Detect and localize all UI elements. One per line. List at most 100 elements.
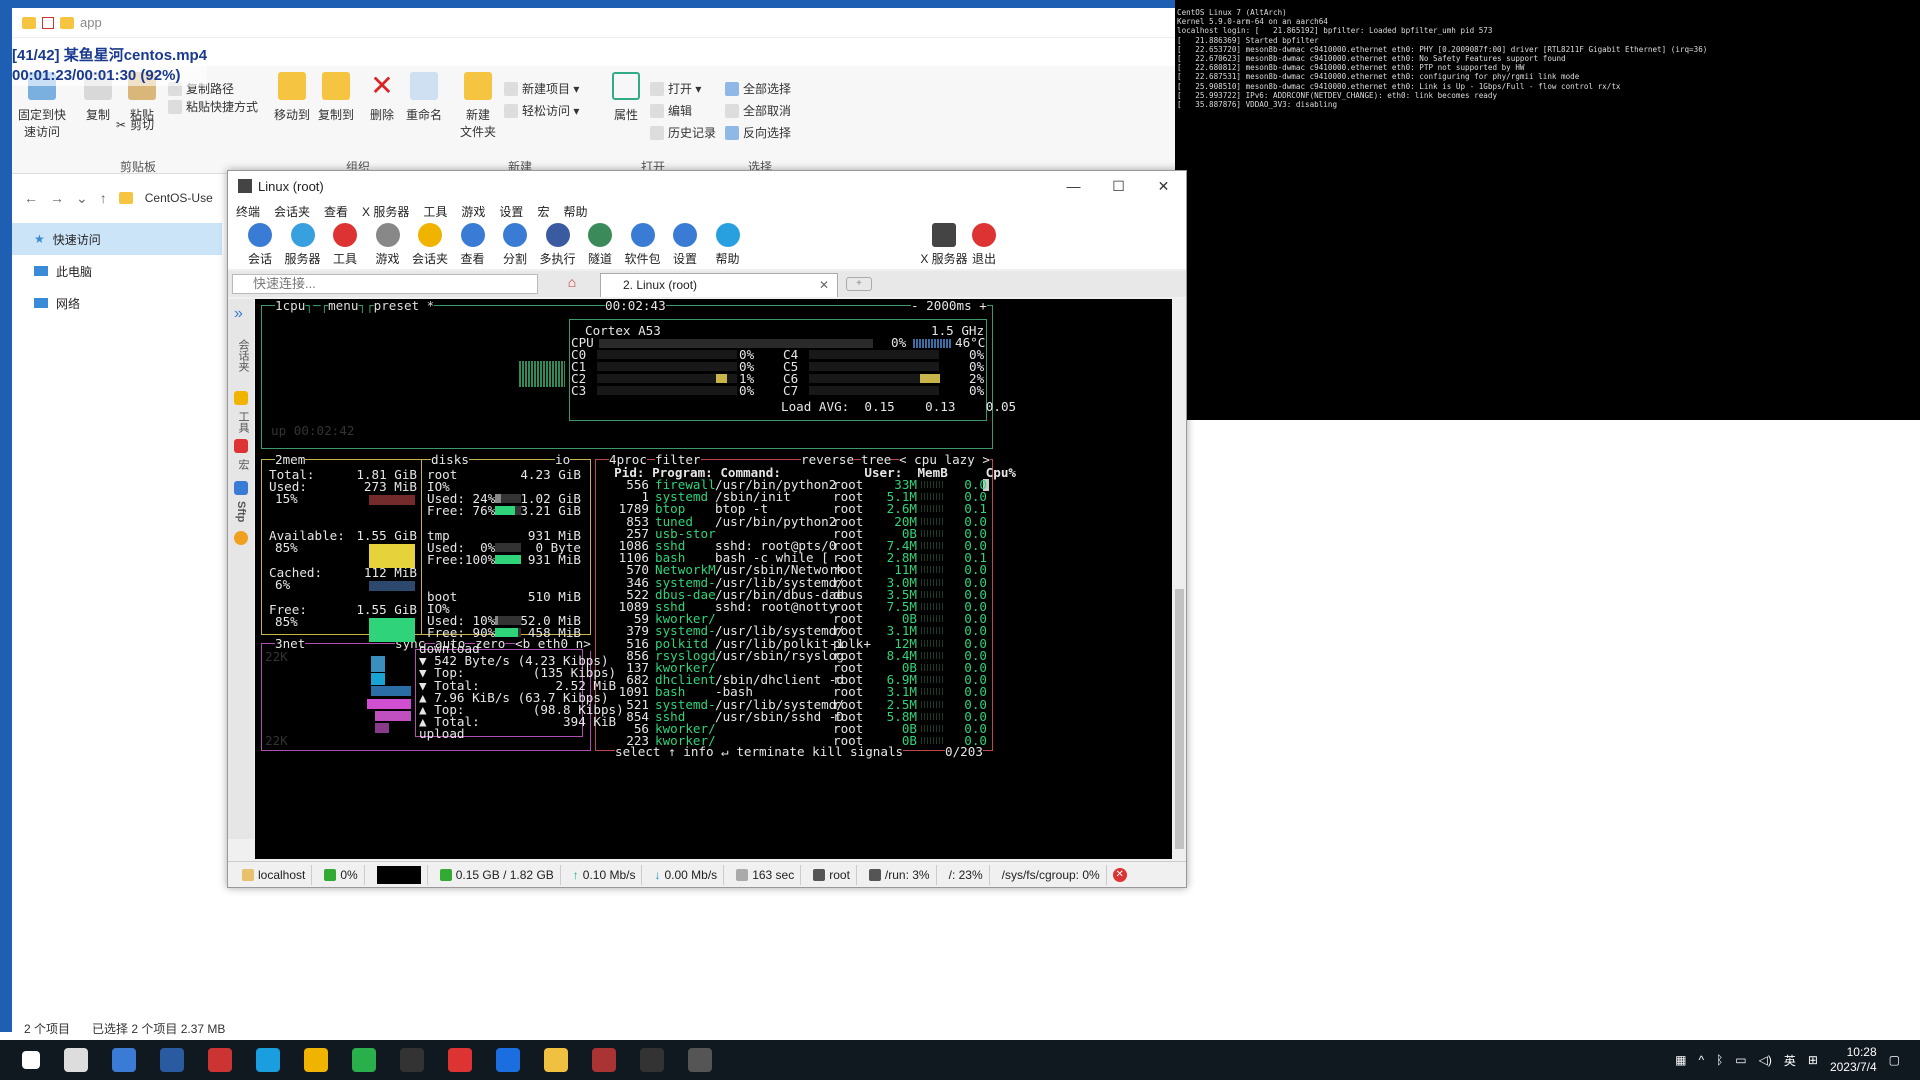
menu-item[interactable]: X 服务器 (362, 203, 409, 220)
new-item-button[interactable]: 新建项目 ▾ (504, 80, 579, 97)
scroll-thumb[interactable] (1175, 589, 1184, 849)
session-tab[interactable]: 2. Linux (root) ✕ (600, 273, 838, 297)
side-tools[interactable]: 工具 (235, 411, 251, 433)
xserver-button[interactable]: X 服务器 (918, 223, 970, 267)
keyboard-icon[interactable]: ▦ (1675, 1053, 1686, 1067)
taskbar-mobaxterm-icon[interactable] (688, 1048, 712, 1072)
taskbar-app3-icon[interactable] (160, 1048, 184, 1072)
taskbar-bing-icon[interactable] (496, 1048, 520, 1072)
close-button[interactable]: ✕ (1141, 171, 1186, 201)
tool-icon (290, 223, 315, 247)
side-macros[interactable]: 宏 (235, 459, 251, 470)
terminal-scrollbar[interactable] (1173, 299, 1186, 859)
taskbar-edge-icon[interactable] (256, 1048, 280, 1072)
menu-item[interactable]: 会话夹 (274, 203, 310, 220)
nav-this-pc[interactable]: 此电脑 (12, 255, 222, 287)
download-graph-bar (371, 656, 385, 672)
nav-quick-access[interactable]: ★ 快速访问 (12, 223, 222, 255)
taskbar-chrome-icon[interactable] (304, 1048, 328, 1072)
proc-cell: 0.0 (964, 733, 987, 749)
taskbar-app7-icon[interactable] (592, 1048, 616, 1072)
btop-terminal[interactable]: 1cpu┐─┌menu┐┌preset * 00:02:43 - 2000ms … (255, 299, 1172, 859)
taskbar-wechat-icon[interactable] (352, 1048, 376, 1072)
expand-sidebar-icon[interactable]: » (234, 305, 243, 323)
volume-icon[interactable]: ◁) (1759, 1053, 1772, 1067)
upload-graph-bar (375, 711, 411, 721)
menu-item[interactable]: 游戏 (461, 203, 485, 220)
computer-icon (34, 266, 48, 276)
taskbar-app5-icon[interactable] (400, 1048, 424, 1072)
taskbar-app4-icon[interactable] (208, 1048, 232, 1072)
delete-button[interactable]: ✕ 删除 (358, 72, 406, 123)
bluetooth-icon[interactable]: ᛒ (1716, 1053, 1723, 1067)
serial-console[interactable]: CentOS Linux 7 (AltArch) Kernel 5.9.0-arm… (1175, 0, 1920, 420)
invert-selection-button[interactable]: 反向选择 (725, 124, 791, 141)
select-none-button[interactable]: 全部取消 (725, 102, 791, 119)
cut-button[interactable]: ✂ 剪切 (116, 116, 154, 133)
checkbox-icon[interactable] (42, 16, 54, 29)
open-button[interactable]: 打开 ▾ (650, 80, 701, 97)
ime-grid-icon[interactable]: ⊞ (1808, 1053, 1818, 1067)
refresh-rate[interactable]: - 2000ms + (911, 299, 987, 313)
cpu-tag[interactable]: 1cpu┐─┌menu┐┌preset * (275, 299, 435, 313)
disk-used-fill (495, 616, 498, 625)
easy-access-button[interactable]: 轻松访问 ▾ (504, 102, 579, 119)
menu-item[interactable]: 查看 (324, 203, 348, 220)
taskbar-app2-icon[interactable] (112, 1048, 136, 1072)
rename-button[interactable]: 重命名 (400, 72, 448, 123)
address-path[interactable]: CentOS-Use (145, 191, 213, 205)
io-tag[interactable]: io (555, 452, 571, 467)
toolbar-11[interactable]: 帮助 (702, 223, 754, 267)
desktop: app 固定到快 速访问 复制 粘贴 复制路径 粘贴快捷方式 ✂ 剪切 移动到 复… (0, 0, 1920, 1080)
chevron-down-icon[interactable]: ⌄ (76, 190, 88, 207)
chevron-up-icon[interactable]: ^ (1698, 1053, 1704, 1067)
taskbar-app6-icon[interactable] (448, 1048, 472, 1072)
tab-close-icon[interactable]: ✕ (819, 274, 829, 296)
system-tray: ▦ ^ ᛒ ▭ ◁) 英 ⊞ 10:28 2023/7/4 ▢ (1675, 1040, 1900, 1080)
menu-item[interactable]: 终端 (236, 203, 260, 220)
taskbar-app1-icon[interactable] (64, 1048, 88, 1072)
up-icon[interactable]: ↑ (100, 190, 107, 206)
disk-size: 510 MiB (527, 589, 581, 604)
ime-indicator[interactable]: 英 (1784, 1052, 1796, 1069)
minimize-button[interactable]: — (1051, 171, 1096, 201)
select-all-button[interactable]: 全部选择 (725, 80, 791, 97)
back-icon[interactable]: ← (24, 190, 38, 206)
disks-tag[interactable]: disks (431, 452, 469, 467)
core-pct: 0% (739, 383, 755, 398)
new-folder-button[interactable]: 新建 文件夹 (454, 72, 502, 140)
maximize-button[interactable]: ☐ (1096, 171, 1141, 201)
proc-cpu-graph (921, 554, 943, 562)
side-sftp[interactable]: Sftp (235, 501, 247, 522)
proc-cpu-graph (921, 566, 943, 574)
clock[interactable]: 10:28 2023/7/4 (1830, 1045, 1877, 1075)
copy-to-button[interactable]: 复制到 (312, 72, 360, 123)
select-all-icon (725, 81, 739, 96)
menu-item[interactable]: 设置 (499, 203, 523, 220)
history-button[interactable]: 历史记录 (650, 124, 716, 141)
network-icon[interactable]: ▭ (1735, 1053, 1746, 1067)
properties-button[interactable]: 属性 (602, 72, 650, 123)
mem-tag[interactable]: 2mem (275, 452, 306, 467)
taskbar-start-icon[interactable] (22, 1051, 40, 1069)
status-download: ↓ 0.00 Mb/s (648, 864, 725, 885)
disconnect-icon[interactable]: ✕ (1112, 867, 1127, 882)
forward-icon[interactable]: → (50, 190, 64, 206)
new-tab-button[interactable]: + (846, 277, 872, 291)
mem-cached-value: 112 MiB (363, 565, 417, 580)
taskbar-explorer-icon[interactable] (544, 1048, 568, 1072)
menu-item[interactable]: 宏 (537, 203, 549, 220)
exit-button[interactable]: 退出 (964, 223, 1004, 267)
taskbar-app8-icon[interactable] (640, 1048, 664, 1072)
quick-connect-input[interactable]: 快速连接... (232, 274, 538, 294)
notification-icon[interactable]: ▢ (1889, 1053, 1900, 1067)
proc-cpu-graph (921, 578, 943, 586)
edit-button[interactable]: 编辑 (650, 102, 692, 119)
move-to-button[interactable]: 移动到 (268, 72, 316, 123)
paste-shortcut-button[interactable]: 粘贴快捷方式 (168, 98, 258, 115)
nav-network[interactable]: 网络 (12, 287, 222, 319)
menu-item[interactable]: 帮助 (563, 203, 587, 220)
menu-item[interactable]: 工具 (423, 203, 447, 220)
side-sessions[interactable]: 会话夹 (235, 339, 251, 372)
home-tab-icon[interactable]: ⌂ (562, 274, 582, 294)
